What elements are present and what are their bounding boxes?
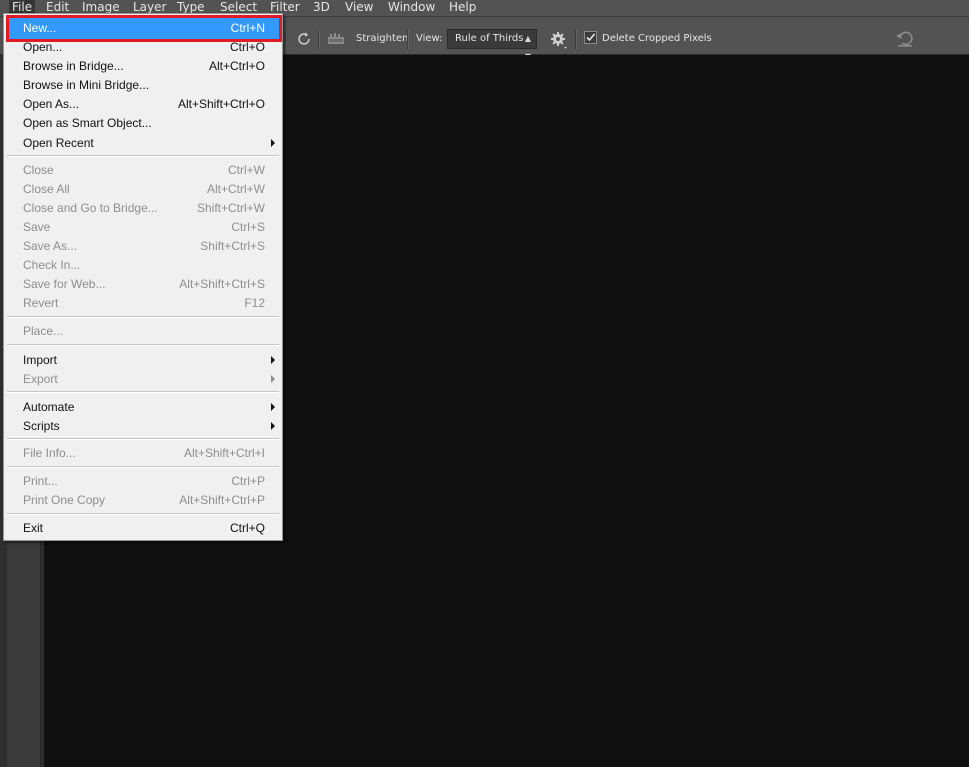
view-overlay-value: Rule of Thirds — [455, 33, 524, 44]
menu-item-import[interactable]: Import — [4, 351, 282, 370]
file-menu-dropdown: New... Ctrl+N Open... Ctrl+O Browse in B… — [3, 13, 283, 541]
delete-cropped-checkbox[interactable] — [584, 31, 597, 44]
menu-item-file-info[interactable]: File Info... Alt+Shift+Ctrl+I — [4, 444, 282, 463]
menu-item-exit[interactable]: Exit Ctrl+Q — [4, 519, 282, 538]
menu-separator — [7, 316, 279, 318]
menu-3d[interactable]: 3D — [313, 0, 330, 16]
submenu-arrow-icon — [271, 375, 275, 383]
menu-item-revert[interactable]: Revert F12 — [4, 294, 282, 313]
menu-item-shortcut: Shift+Ctrl+W — [196, 201, 265, 215]
menu-item-close-and-go-to-bridge[interactable]: Close and Go to Bridge... Shift+Ctrl+W — [4, 199, 282, 218]
menu-item-label: Check In... — [23, 258, 81, 272]
options-divider — [407, 29, 409, 49]
menu-item-label: Close All — [23, 182, 70, 196]
straighten-label[interactable]: Straighten — [356, 33, 408, 45]
menu-separator — [7, 513, 279, 515]
menu-item-shortcut: Ctrl+N — [230, 21, 265, 35]
menu-item-shortcut: Alt+Ctrl+O — [208, 59, 265, 73]
menu-item-open-as-smart-object[interactable]: Open as Smart Object... — [4, 114, 282, 133]
straighten-icon[interactable] — [327, 31, 345, 47]
menu-item-browse-in-bridge[interactable]: Browse in Bridge... Alt+Ctrl+O — [4, 57, 282, 76]
menu-item-label: Close and Go to Bridge... — [23, 201, 158, 215]
menu-item-label: Browse in Mini Bridge... — [23, 78, 150, 92]
view-overlay-select[interactable]: Rule of Thirds ▲▼ — [447, 29, 537, 61]
menu-item-label: Import — [23, 353, 58, 367]
menu-item-label: Open as Smart Object... — [23, 116, 152, 130]
menu-item-label: Scripts — [23, 419, 60, 433]
options-divider — [318, 29, 320, 49]
menu-item-label: Close — [23, 163, 54, 177]
menu-item-shortcut: Ctrl+P — [231, 474, 265, 488]
menu-item-label: Automate — [23, 400, 75, 414]
menu-item-browse-in-mini-bridge[interactable]: Browse in Mini Bridge... — [4, 76, 282, 95]
menu-item-shortcut: Alt+Shift+Ctrl+P — [179, 493, 265, 507]
menu-item-shortcut: Alt+Shift+Ctrl+S — [179, 277, 265, 291]
menu-item-shortcut: Alt+Ctrl+W — [206, 182, 265, 196]
menu-item-close[interactable]: Close Ctrl+W — [4, 161, 282, 180]
options-divider — [575, 29, 577, 49]
submenu-arrow-icon — [271, 403, 275, 411]
menu-item-print[interactable]: Print... Ctrl+P — [4, 472, 282, 491]
reset-icon[interactable] — [894, 29, 916, 49]
menu-item-automate[interactable]: Automate — [4, 398, 282, 417]
menu-item-label: Print One Copy — [23, 493, 106, 507]
submenu-arrow-icon — [271, 422, 275, 430]
menu-item-shortcut: Alt+Shift+Ctrl+O — [177, 97, 265, 111]
menu-item-save-as[interactable]: Save As... Shift+Ctrl+S — [4, 237, 282, 256]
photoshop-window: File Edit Image Layer Type Select Filter… — [0, 0, 969, 767]
menu-item-label: Print... — [23, 474, 58, 488]
menu-item-save-for-web[interactable]: Save for Web... Alt+Shift+Ctrl+S — [4, 275, 282, 294]
menu-item-open-recent[interactable]: Open Recent — [4, 134, 282, 153]
menu-item-shortcut: Ctrl+W — [228, 163, 265, 177]
menu-item-save[interactable]: Save Ctrl+S — [4, 218, 282, 237]
menu-item-label: Open Recent — [23, 136, 94, 150]
menu-separator — [7, 155, 279, 157]
menu-item-label: Export — [23, 372, 58, 386]
menu-item-shortcut: Shift+Ctrl+S — [200, 239, 265, 253]
menu-item-close-all[interactable]: Close All Alt+Ctrl+W — [4, 180, 282, 199]
rotate-icon[interactable] — [296, 31, 312, 47]
delete-cropped-label[interactable]: Delete Cropped Pixels — [602, 33, 712, 45]
menu-item-label: Open As... — [23, 97, 80, 111]
menu-item-label: Open... — [23, 40, 63, 54]
view-label: View: — [416, 33, 443, 44]
menu-item-label: Place... — [23, 324, 64, 338]
menu-item-shortcut: Alt+Shift+Ctrl+I — [183, 446, 265, 460]
menu-item-shortcut: F12 — [244, 296, 265, 310]
menu-item-open-as[interactable]: Open As... Alt+Shift+Ctrl+O — [4, 95, 282, 114]
menu-item-label: Save for Web... — [23, 277, 106, 291]
menu-item-shortcut: Ctrl+S — [231, 220, 265, 234]
menu-view[interactable]: View — [345, 0, 373, 16]
menu-separator — [7, 438, 279, 440]
menu-item-label: Revert — [23, 296, 59, 310]
menu-item-shortcut: Ctrl+O — [229, 40, 265, 54]
menu-item-check-in[interactable]: Check In... — [4, 256, 282, 275]
menu-separator — [7, 344, 279, 346]
menu-item-scripts[interactable]: Scripts — [4, 417, 282, 436]
gear-icon[interactable] — [549, 30, 569, 50]
submenu-arrow-icon — [271, 139, 275, 147]
menu-item-label: Save — [23, 220, 51, 234]
menu-item-print-one-copy[interactable]: Print One Copy Alt+Shift+Ctrl+P — [4, 491, 282, 510]
options-divider — [285, 29, 287, 49]
menu-item-label: Browse in Bridge... — [23, 59, 124, 73]
menu-item-new[interactable]: New... Ctrl+N — [4, 19, 282, 38]
menu-item-export[interactable]: Export — [4, 370, 282, 389]
submenu-arrow-icon — [271, 356, 275, 364]
menu-item-label: New... — [23, 21, 57, 35]
menu-window[interactable]: Window — [388, 0, 435, 16]
menu-separator — [7, 466, 279, 468]
menu-item-label: Save As... — [23, 239, 78, 253]
menu-separator — [7, 391, 279, 393]
menu-item-place[interactable]: Place... — [4, 322, 282, 341]
menu-item-label: File Info... — [23, 446, 76, 460]
menu-item-label: Exit — [23, 521, 44, 535]
menu-item-open[interactable]: Open... Ctrl+O — [4, 38, 282, 57]
menu-item-shortcut: Ctrl+Q — [229, 521, 265, 535]
menu-help[interactable]: Help — [449, 0, 476, 16]
